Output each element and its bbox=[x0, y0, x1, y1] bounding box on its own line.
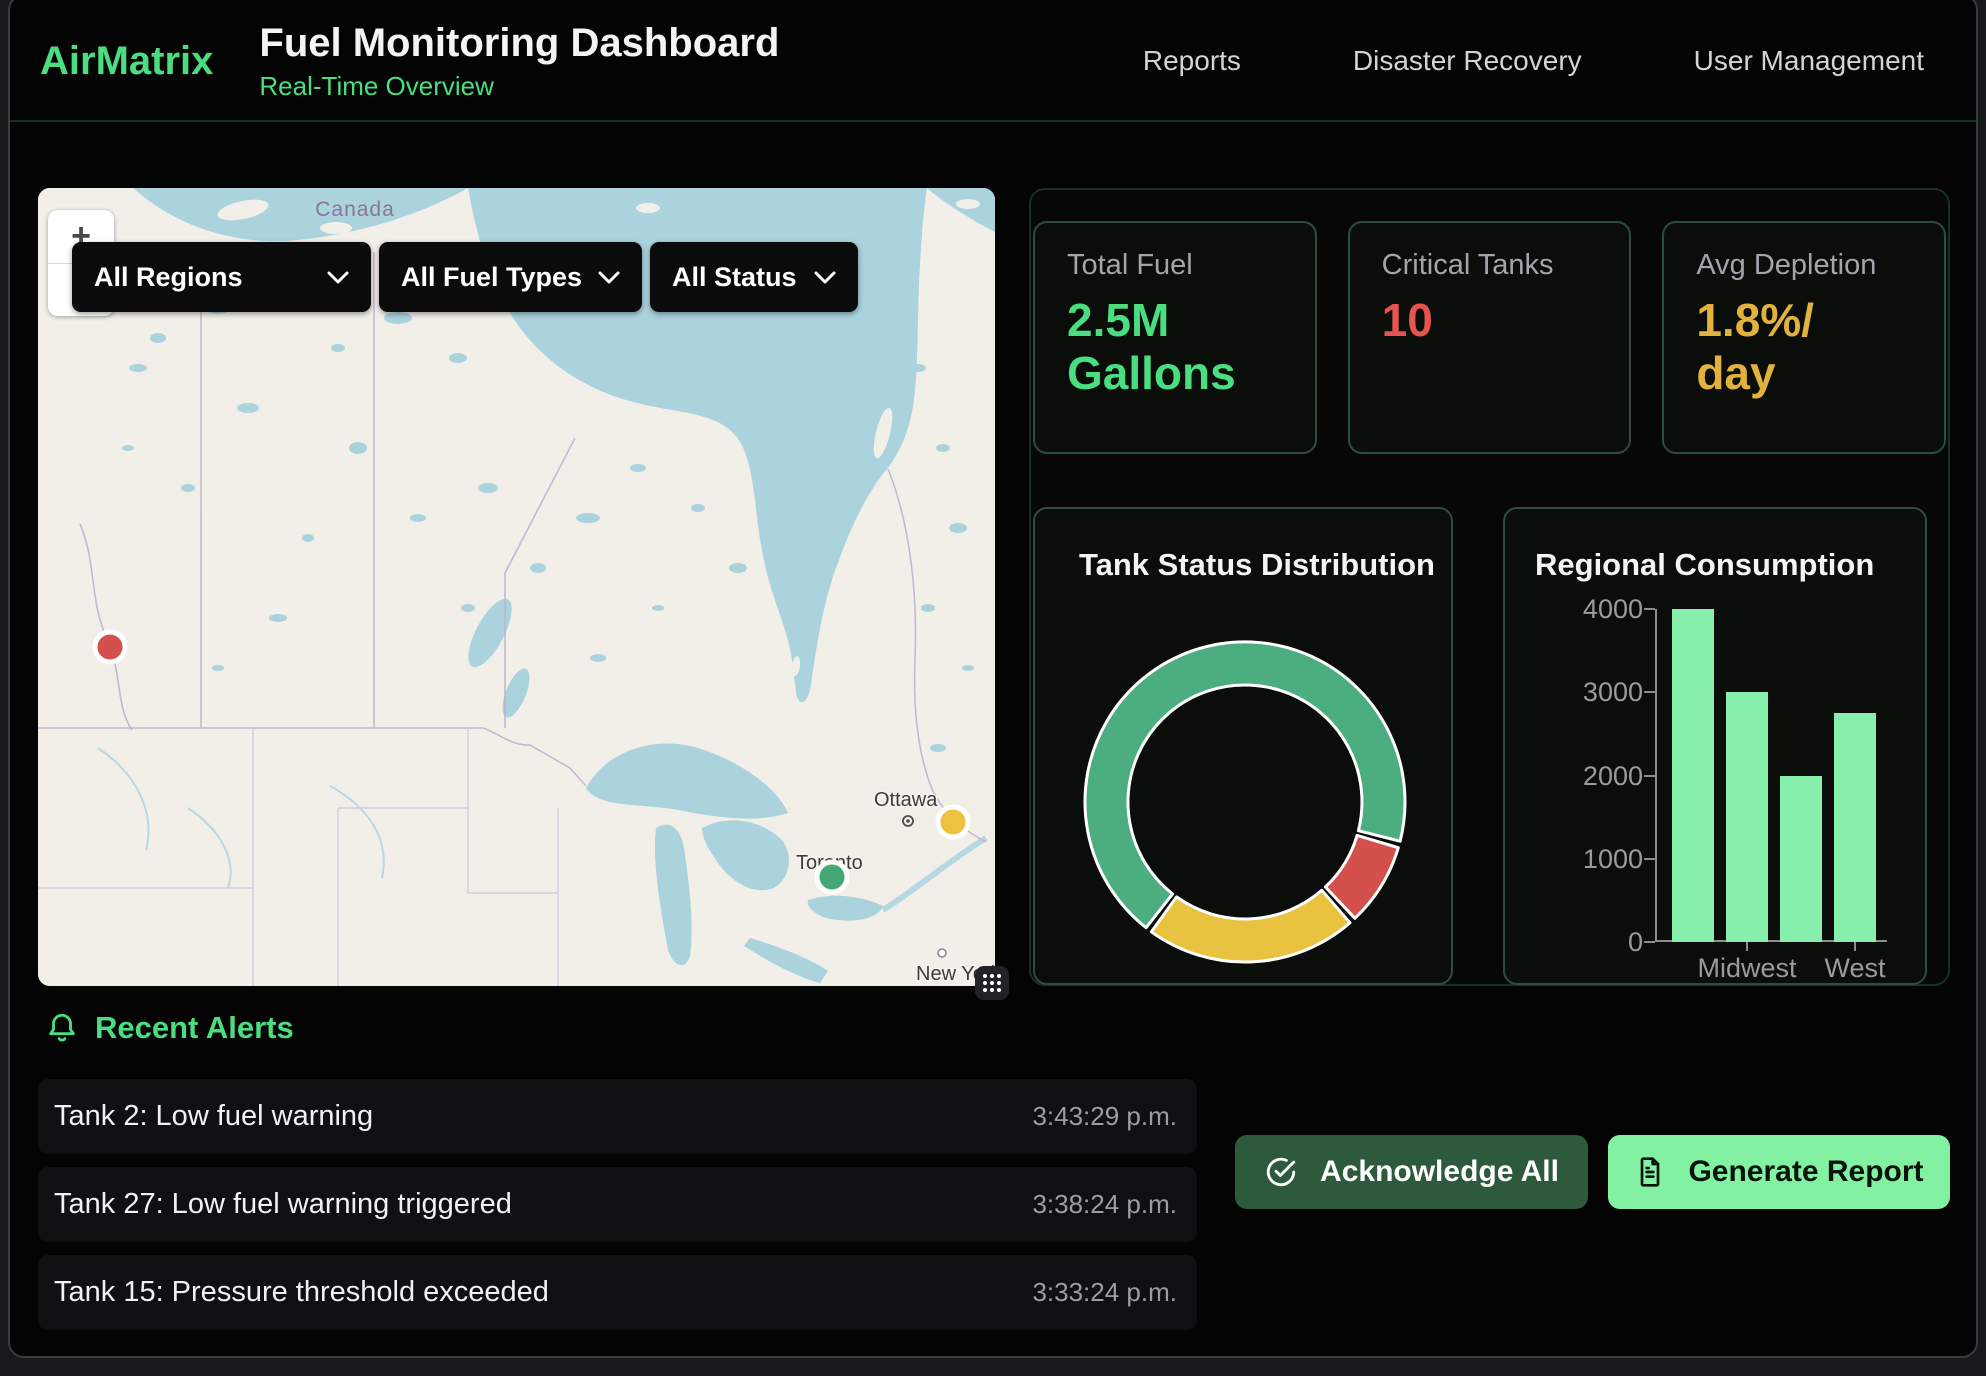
filter-status-dropdown[interactable]: All Status bbox=[650, 242, 858, 312]
stat-value: 2.5MGallons bbox=[1067, 294, 1283, 400]
chevron-down-icon bbox=[327, 271, 349, 284]
filter-regions-label: All Regions bbox=[94, 262, 243, 293]
x-tick-mark bbox=[1746, 942, 1748, 951]
tank-status-card: Tank Status Distribution bbox=[1033, 507, 1453, 985]
tank-status-donut[interactable] bbox=[1035, 597, 1455, 987]
y-tick-label: 3000 bbox=[1573, 677, 1643, 708]
map-marker-warning[interactable] bbox=[938, 807, 968, 837]
x-tick-label: West bbox=[1785, 953, 1925, 984]
nav-disaster-recovery[interactable]: Disaster Recovery bbox=[1353, 45, 1582, 77]
map-panel: Canada Ottawa Toronto New York + − Al bbox=[38, 188, 995, 986]
map-marker-normal[interactable] bbox=[817, 862, 847, 892]
y-tick-mark bbox=[1644, 691, 1655, 693]
alert-message: Tank 27: Low fuel warning triggered bbox=[54, 1188, 512, 1221]
nav-reports[interactable]: Reports bbox=[1143, 45, 1241, 77]
brand-logo[interactable]: AirMatrix bbox=[40, 39, 213, 84]
main-nav: Reports Disaster Recovery User Managemen… bbox=[1143, 45, 1924, 77]
stat-avg-depletion: Avg Depletion 1.8%/day bbox=[1662, 221, 1946, 454]
x-tick-mark bbox=[1854, 942, 1856, 951]
y-tick-label: 4000 bbox=[1573, 594, 1643, 625]
drag-dots-icon bbox=[981, 972, 1003, 994]
title-block: Fuel Monitoring Dashboard Real-Time Over… bbox=[259, 21, 779, 102]
bar-3[interactable] bbox=[1834, 713, 1876, 942]
stat-label: Critical Tanks bbox=[1382, 249, 1598, 282]
map-filters: All Regions All Fuel Types All Status bbox=[72, 242, 858, 312]
generate-report-label: Generate Report bbox=[1688, 1155, 1923, 1189]
bell-icon bbox=[45, 1011, 79, 1045]
y-tick-label: 1000 bbox=[1573, 844, 1643, 875]
map-resize-handle[interactable] bbox=[975, 966, 1009, 1000]
stat-value: 1.8%/day bbox=[1696, 294, 1912, 400]
map-label-ottawa: Ottawa bbox=[874, 789, 938, 811]
metrics-panel: Total Fuel 2.5MGallons Critical Tanks 10… bbox=[1029, 188, 1950, 986]
alerts-title: Recent Alerts bbox=[95, 1010, 294, 1046]
y-tick-mark bbox=[1644, 775, 1655, 777]
document-icon bbox=[1634, 1156, 1666, 1188]
filter-status-label: All Status bbox=[672, 262, 797, 293]
alert-time: 3:38:24 p.m. bbox=[1032, 1189, 1177, 1220]
generate-report-button[interactable]: Generate Report bbox=[1608, 1135, 1950, 1209]
alert-row[interactable]: Tank 15: Pressure threshold exceeded 3:3… bbox=[38, 1255, 1197, 1330]
town-dot-icon bbox=[938, 949, 946, 957]
filter-fuel-types-dropdown[interactable]: All Fuel Types bbox=[379, 242, 642, 312]
map-marker-critical[interactable] bbox=[95, 632, 125, 662]
stat-label: Avg Depletion bbox=[1696, 249, 1912, 282]
stat-value: 10 bbox=[1382, 294, 1598, 347]
tank-status-title: Tank Status Distribution bbox=[1079, 547, 1435, 583]
alert-message: Tank 2: Low fuel warning bbox=[54, 1100, 373, 1133]
filter-regions-dropdown[interactable]: All Regions bbox=[72, 242, 371, 312]
y-tick-mark bbox=[1644, 858, 1655, 860]
filter-fuel-types-label: All Fuel Types bbox=[401, 262, 582, 293]
y-tick-mark bbox=[1644, 941, 1655, 943]
check-circle-icon bbox=[1264, 1155, 1298, 1189]
stat-total-fuel: Total Fuel 2.5MGallons bbox=[1033, 221, 1317, 454]
y-tick-label: 2000 bbox=[1573, 761, 1643, 792]
alert-row[interactable]: Tank 2: Low fuel warning 3:43:29 p.m. bbox=[38, 1079, 1197, 1154]
page-title: Fuel Monitoring Dashboard bbox=[259, 21, 779, 65]
stat-cards-row: Total Fuel 2.5MGallons Critical Tanks 10… bbox=[1033, 221, 1946, 454]
acknowledge-all-label: Acknowledge All bbox=[1320, 1155, 1559, 1189]
stat-critical-tanks: Critical Tanks 10 bbox=[1348, 221, 1632, 454]
y-tick-mark bbox=[1644, 608, 1655, 610]
alert-message: Tank 15: Pressure threshold exceeded bbox=[54, 1276, 549, 1309]
bar-2[interactable] bbox=[1780, 776, 1822, 943]
dashboard-frame: AirMatrix Fuel Monitoring Dashboard Real… bbox=[8, 0, 1978, 1358]
bar-0[interactable] bbox=[1672, 609, 1714, 942]
regional-consumption-card: Regional Consumption 01000200030004000Mi… bbox=[1503, 507, 1927, 985]
alert-row[interactable]: Tank 27: Low fuel warning triggered 3:38… bbox=[38, 1167, 1197, 1242]
regional-consumption-plot[interactable]: 01000200030004000MidwestWest bbox=[1505, 509, 1925, 983]
header: AirMatrix Fuel Monitoring Dashboard Real… bbox=[10, 2, 1976, 122]
map-label-canada: Canada bbox=[315, 198, 395, 221]
y-axis-line bbox=[1655, 609, 1657, 942]
acknowledge-all-button[interactable]: Acknowledge All bbox=[1235, 1135, 1588, 1209]
y-tick-label: 0 bbox=[1573, 927, 1643, 958]
chevron-down-icon bbox=[598, 271, 620, 284]
nav-user-management[interactable]: User Management bbox=[1694, 45, 1924, 77]
donut-segment-yellow[interactable] bbox=[1151, 890, 1350, 962]
alert-time: 3:43:29 p.m. bbox=[1032, 1101, 1177, 1132]
alerts-header: Recent Alerts bbox=[45, 1010, 294, 1046]
chevron-down-icon bbox=[814, 271, 836, 284]
page-subtitle: Real-Time Overview bbox=[259, 71, 779, 102]
bar-1[interactable] bbox=[1726, 692, 1768, 942]
stat-label: Total Fuel bbox=[1067, 249, 1283, 282]
alert-time: 3:33:24 p.m. bbox=[1032, 1277, 1177, 1308]
